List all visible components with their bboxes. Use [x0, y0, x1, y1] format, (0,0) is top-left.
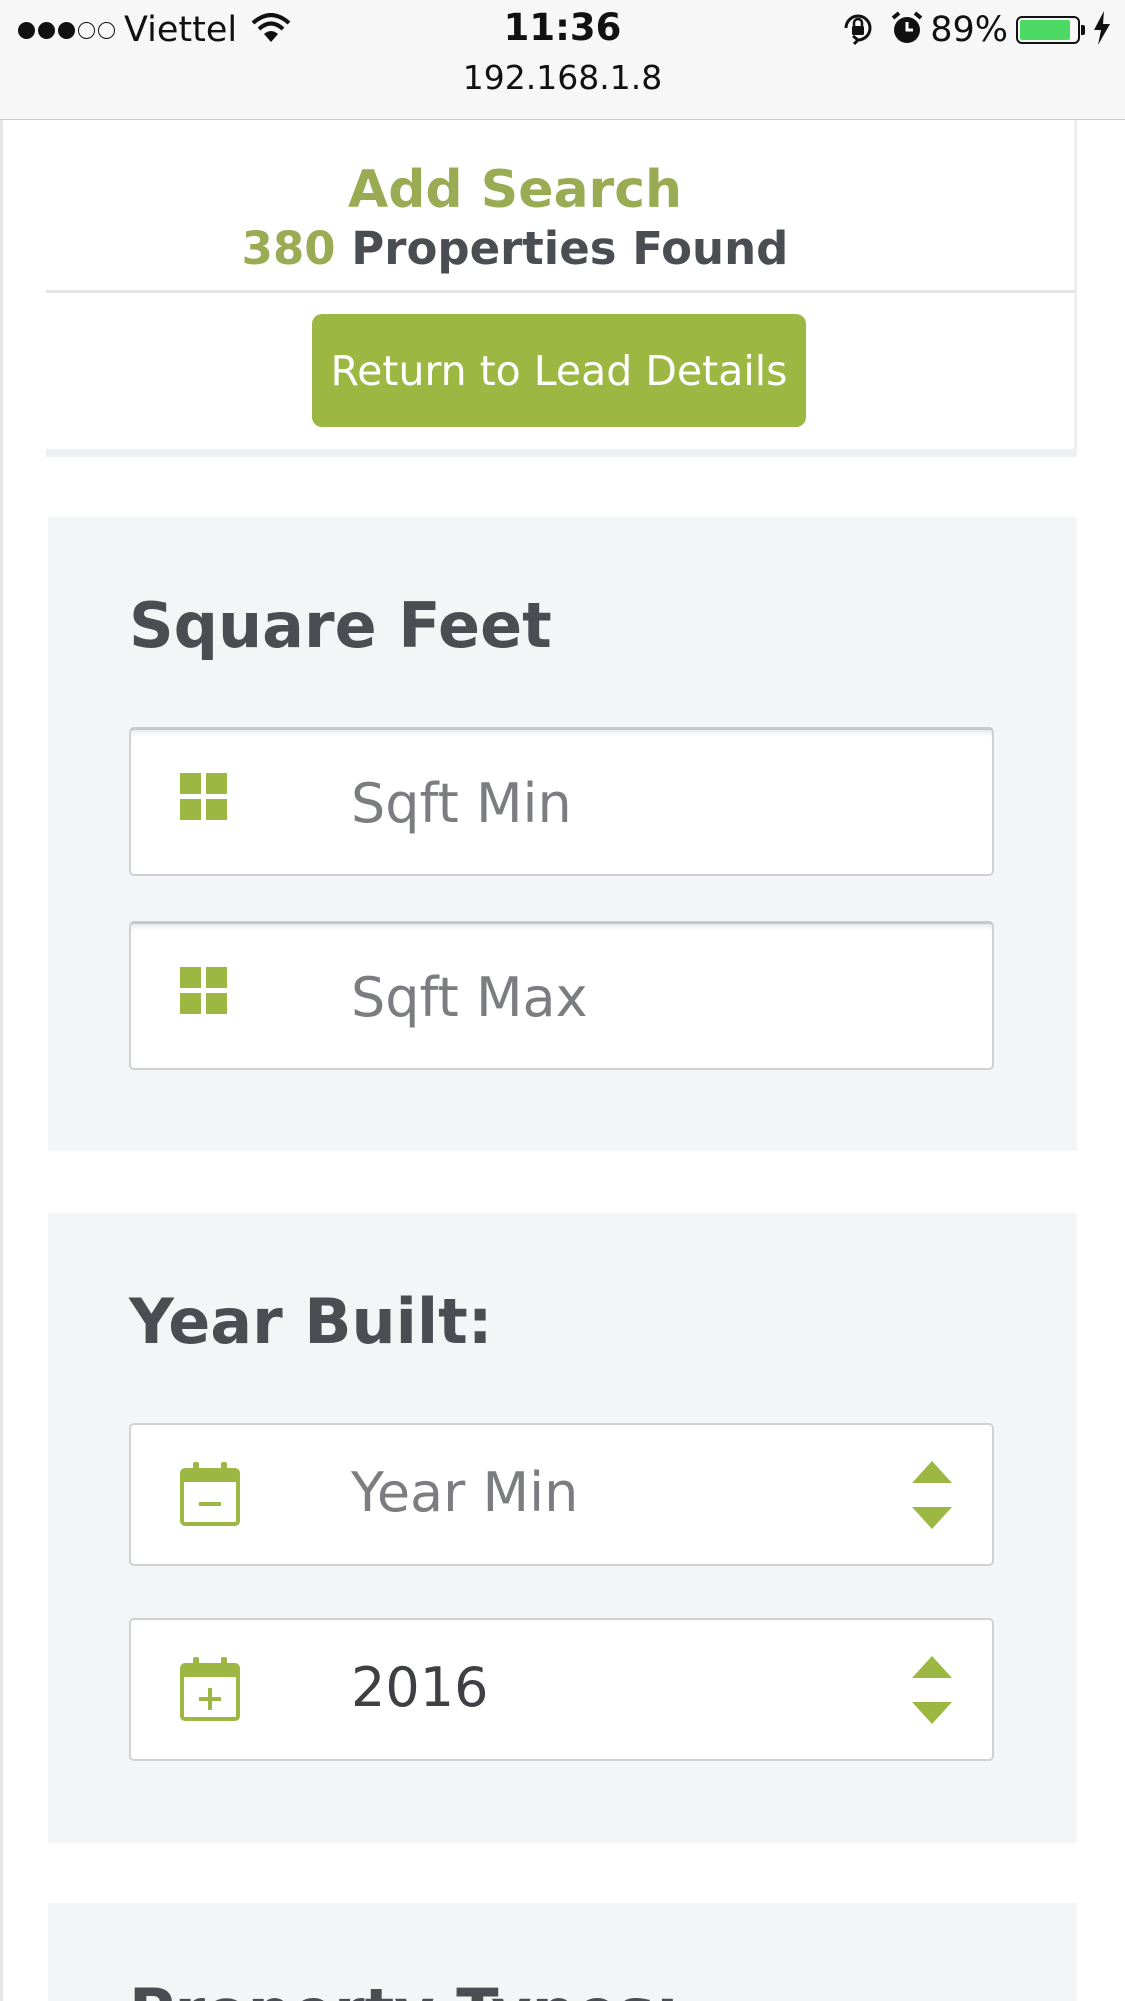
- chevron-down-icon[interactable]: [912, 1702, 952, 1724]
- header-card-bottom: [46, 449, 1076, 457]
- year-min-spinner[interactable]: [912, 1461, 952, 1531]
- year-max-field[interactable]: 2016: [129, 1618, 994, 1761]
- page-title: Add Search: [347, 160, 683, 220]
- calendar-plus-icon: [179, 1656, 241, 1726]
- alarm-icon: [890, 10, 924, 50]
- sqft-min-field[interactable]: Sqft Min: [129, 727, 994, 876]
- section-title-square-feet: Square Feet: [129, 589, 552, 662]
- battery-percent: 89%: [930, 10, 1008, 50]
- square-feet-section: Square Feet Sqft Min Sqft Max: [48, 517, 1077, 1151]
- sqft-min-input[interactable]: Sqft Min: [351, 772, 572, 835]
- year-min-field[interactable]: Year Min: [129, 1423, 994, 1566]
- properties-found: 380 Properties Found: [0, 222, 1030, 275]
- chevron-up-icon[interactable]: [912, 1461, 952, 1483]
- charging-bolt-icon: [1093, 11, 1111, 49]
- status-bar: Viettel 11:36 192.168.1.8 89%: [0, 0, 1125, 120]
- chevron-down-icon[interactable]: [912, 1507, 952, 1529]
- grid-icon: [179, 772, 229, 826]
- address-bar-url[interactable]: 192.168.1.8: [0, 58, 1125, 97]
- properties-count: 380: [241, 222, 336, 275]
- battery-level: [1020, 20, 1070, 40]
- section-title-property-types: Property Types:: [129, 1975, 680, 2001]
- grid-icon: [179, 966, 229, 1020]
- status-right: 89%: [840, 8, 1111, 52]
- chevron-up-icon[interactable]: [912, 1656, 952, 1678]
- sqft-max-field[interactable]: Sqft Max: [129, 921, 994, 1070]
- header-card-border: [1074, 120, 1077, 455]
- page-border: [0, 120, 3, 2001]
- sqft-max-input[interactable]: Sqft Max: [351, 966, 588, 1029]
- year-built-section: Year Built: Year Min 2016: [48, 1213, 1077, 1843]
- battery-cap: [1081, 25, 1085, 35]
- year-max-select[interactable]: 2016: [351, 1656, 488, 1719]
- property-types-section: Property Types:: [48, 1903, 1077, 2001]
- orientation-lock-icon: [840, 10, 876, 50]
- properties-found-label: Properties Found: [351, 222, 789, 275]
- section-title-year-built: Year Built:: [129, 1285, 493, 1358]
- return-to-lead-details-button[interactable]: Return to Lead Details: [312, 314, 806, 427]
- header-divider: [46, 290, 1076, 293]
- year-min-select[interactable]: Year Min: [351, 1461, 578, 1524]
- battery-icon: [1016, 16, 1080, 44]
- calendar-minus-icon: [179, 1461, 241, 1531]
- year-max-spinner[interactable]: [912, 1656, 952, 1726]
